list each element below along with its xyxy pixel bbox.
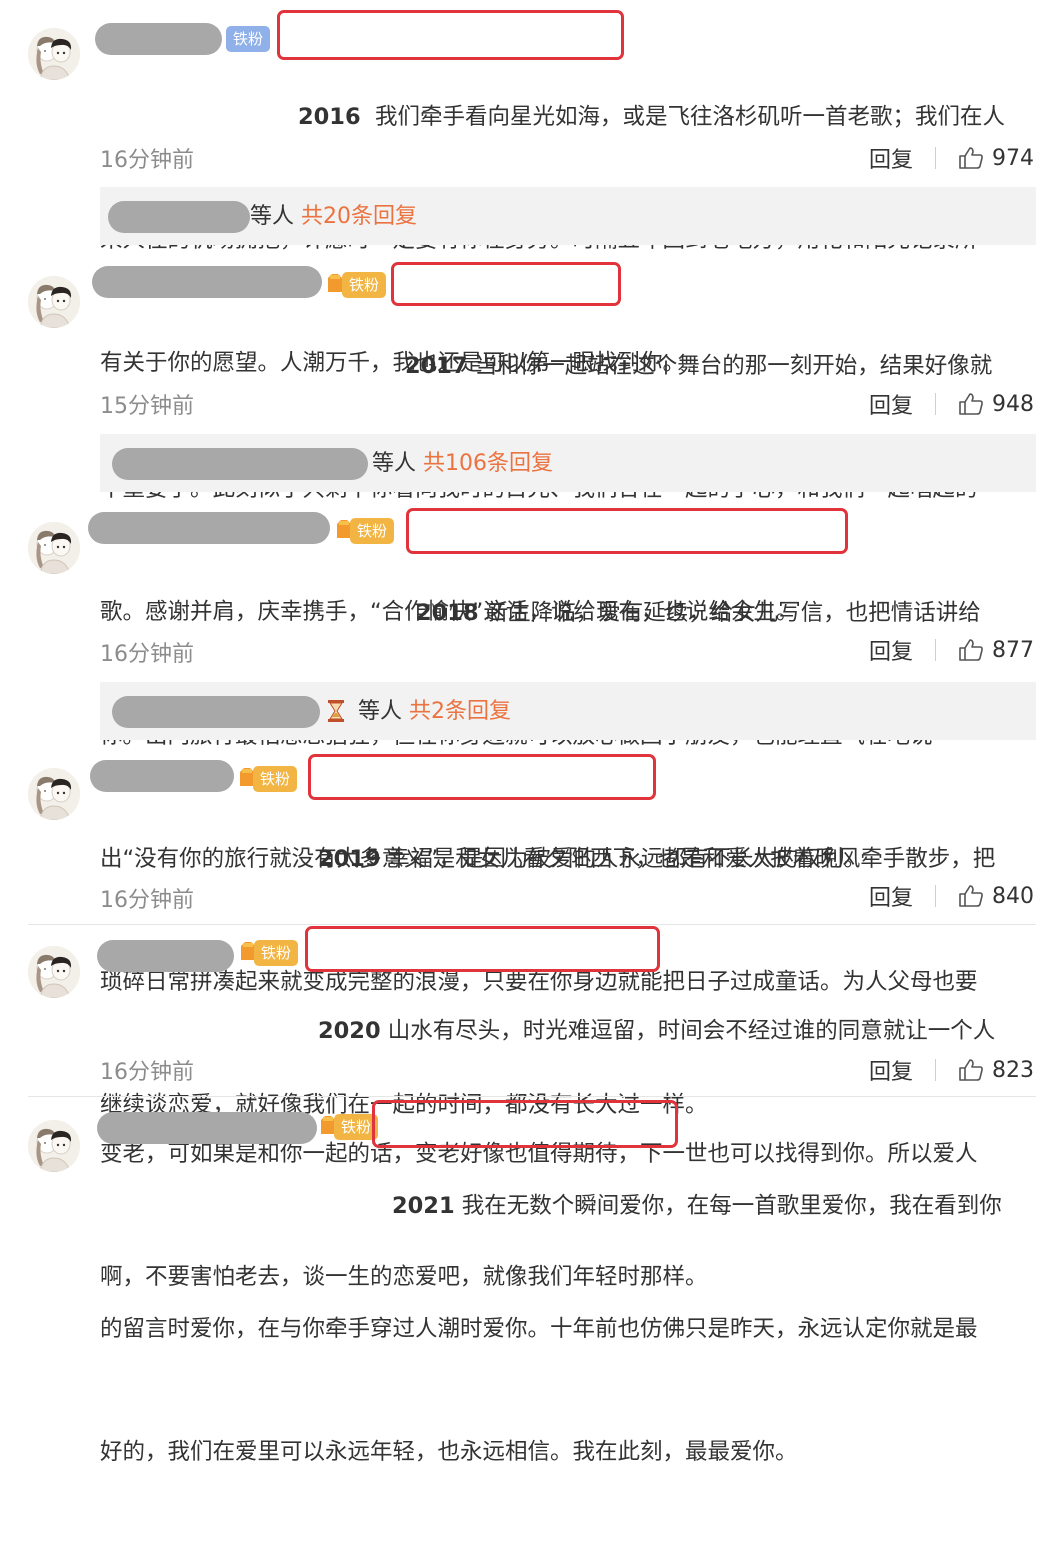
comment-actions: 回复 840 <box>869 880 1034 912</box>
timestamp: 16分钟前 <box>100 1060 194 1085</box>
comment-text: 2021 我在无数个瞬间爱你，在每一首歌里爱你，我在看到你 的留言时爱你，在与你… <box>100 1104 1045 1555</box>
like-count: 877 <box>992 637 1034 663</box>
avatar[interactable] <box>28 946 80 998</box>
divider <box>935 1059 936 1081</box>
reply-thread-summary: 等人 共2条回复 <box>358 699 512 724</box>
reply-thread-summary: 等人 共20条回复 <box>250 204 418 229</box>
comment-year: 2016 <box>298 104 361 130</box>
comment-divider <box>28 1096 1036 1097</box>
like-count: 948 <box>992 391 1034 417</box>
comment-actions: 回复 823 <box>869 1054 1034 1086</box>
text-line: 好的，我们在爱里可以永远年轻，也永远相信。我在此刻，最最爱你。 <box>100 1439 798 1465</box>
reply-thread-bar[interactable]: 等人 共2条回复 <box>100 682 1036 740</box>
comment-year: 2021 <box>392 1193 455 1219</box>
divider <box>935 147 936 169</box>
timestamp: 16分钟前 <box>100 888 194 913</box>
text-line: 也是和爱人披着晚风牵手散步，把 <box>657 846 996 872</box>
text-line: 时间会不经过谁的同意就让一个人 <box>657 1018 996 1044</box>
comment-year: 2017 <box>405 353 468 379</box>
avatar[interactable] <box>28 28 80 80</box>
like-icon[interactable] <box>958 884 984 908</box>
highlighted-text: 幸福是和女儿看夕阳西下， <box>387 846 658 872</box>
highlighted-text: 当和你一起站 <box>474 353 610 379</box>
text-line: 也把情话讲给 <box>845 600 981 626</box>
timestamp: 15分钟前 <box>100 394 194 419</box>
text-line: 在这个舞台的那一刻开始，结果好像就 <box>609 353 993 379</box>
comment-year: 2019 <box>318 846 381 872</box>
reply-count-link[interactable]: 共20条回复 <box>301 204 417 229</box>
reply-thread-bar[interactable]: 等人 共106条回复 <box>100 434 1036 492</box>
reply-button[interactable]: 回复 <box>869 634 913 666</box>
text-line: 在每一首歌里爱你，我在看到你 <box>686 1193 1002 1219</box>
text-line: 或是飞往洛杉矶听一首老歌；我们在人 <box>622 104 1005 130</box>
like-icon[interactable] <box>958 638 984 662</box>
comment-actions: 回复 948 <box>869 388 1034 420</box>
highlighted-text: 山水有尽头，时光难逗留， <box>387 1018 658 1044</box>
comment-actions: 回复 877 <box>869 634 1034 666</box>
timestamp: 16分钟前 <box>100 642 194 667</box>
avatar[interactable] <box>28 1120 80 1172</box>
username-redacted <box>112 696 320 728</box>
highlighted-text: 我在无数个瞬间爱你， <box>461 1193 687 1219</box>
like-count: 823 <box>992 1057 1034 1083</box>
hourglass-icon <box>328 700 344 722</box>
divider <box>935 393 936 415</box>
reply-button[interactable]: 回复 <box>869 388 913 420</box>
reply-button[interactable]: 回复 <box>869 1054 913 1086</box>
reply-button[interactable]: 回复 <box>869 880 913 912</box>
reply-thread-bar[interactable]: 等人 共20条回复 <box>100 187 1036 245</box>
comment-actions: 回复 974 <box>869 142 1034 174</box>
like-icon[interactable] <box>958 1058 984 1082</box>
reply-thread-summary: 等人 共106条回复 <box>372 451 554 476</box>
avatar[interactable] <box>28 522 80 574</box>
reply-count-link[interactable]: 共106条回复 <box>423 451 553 476</box>
divider <box>935 885 936 907</box>
avatar[interactable] <box>28 768 80 820</box>
like-count: 840 <box>992 883 1034 909</box>
like-icon[interactable] <box>958 392 984 416</box>
reply-button[interactable]: 回复 <box>869 142 913 174</box>
username-redacted <box>108 201 250 233</box>
like-count: 974 <box>992 145 1034 171</box>
text-line: 的留言时爱你，在与你牵手穿过人潮时爱你。十年前也仿佛只是昨天，永远认定你就是最 <box>100 1316 978 1342</box>
comment-divider <box>28 924 1036 925</box>
timestamp: 16分钟前 <box>100 148 194 173</box>
reply-count-link[interactable]: 共2条回复 <box>409 699 511 724</box>
username-redacted <box>112 448 368 480</box>
highlighted-text: 我们牵手看向星光如海， <box>374 104 623 130</box>
comment-year: 2018 <box>416 600 479 626</box>
divider <box>935 639 936 661</box>
highlighted-text: 新生降临，爱有延续，给女儿写信， <box>485 600 846 626</box>
comment-year: 2020 <box>318 1018 381 1044</box>
like-icon[interactable] <box>958 146 984 170</box>
avatar[interactable] <box>28 276 80 328</box>
